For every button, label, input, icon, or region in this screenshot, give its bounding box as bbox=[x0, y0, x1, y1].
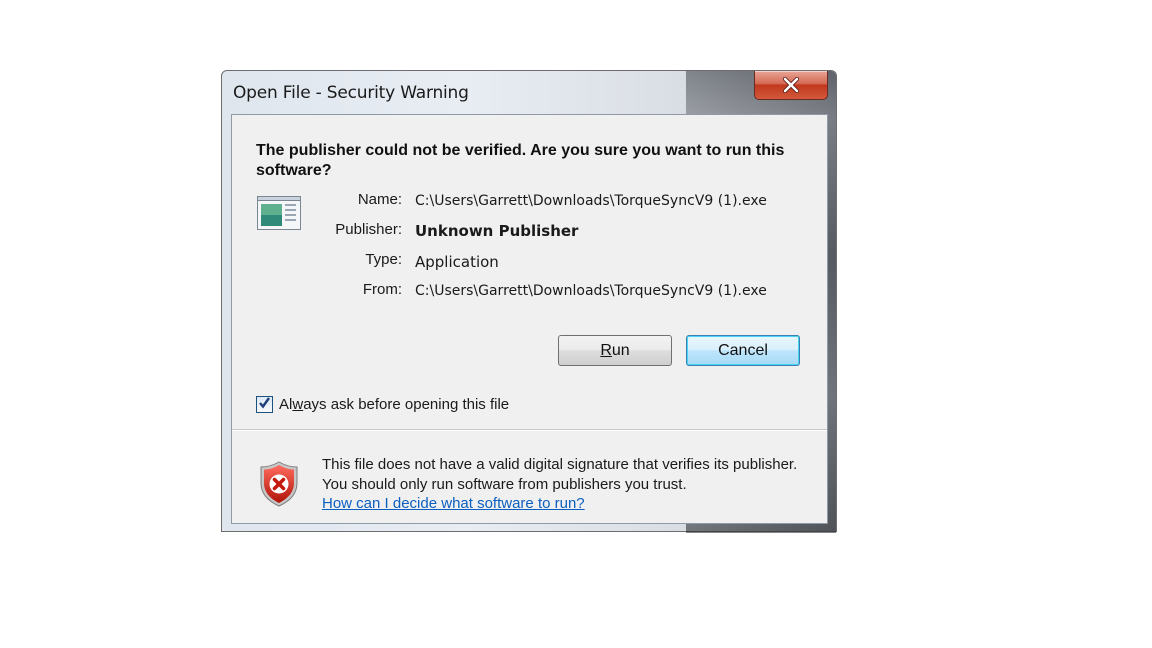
separator bbox=[232, 429, 827, 431]
from-value: C:\Users\Garrett\Downloads\TorqueSyncV9 … bbox=[415, 283, 767, 299]
always-ask-label: Always ask before opening this file bbox=[279, 396, 509, 413]
type-value: Application bbox=[415, 253, 499, 271]
always-ask-row[interactable]: Always ask before opening this file bbox=[256, 396, 509, 413]
always-ask-label-rest: ays ask before opening this file bbox=[303, 396, 510, 413]
close-icon bbox=[781, 77, 801, 93]
cancel-button[interactable]: Cancel bbox=[686, 335, 800, 366]
always-ask-label-mnemonic: w bbox=[292, 396, 304, 413]
publisher-value: Unknown Publisher bbox=[415, 222, 579, 240]
security-warning-dialog: Open File - Security Warning The publish… bbox=[221, 70, 837, 533]
type-label: Type: bbox=[365, 251, 402, 268]
publisher-label: Publisher: bbox=[335, 221, 402, 238]
help-link[interactable]: How can I decide what software to run? bbox=[322, 495, 585, 512]
window-title: Open File - Security Warning bbox=[233, 83, 469, 103]
security-shield-error-icon bbox=[260, 461, 298, 507]
run-button[interactable]: Run bbox=[558, 335, 672, 366]
warning-text: This file does not have a valid digital … bbox=[322, 456, 798, 493]
always-ask-checkbox[interactable] bbox=[256, 396, 273, 413]
run-button-mnemonic: R bbox=[600, 341, 612, 359]
always-ask-label-prefix: Al bbox=[279, 396, 293, 413]
name-value: C:\Users\Garrett\Downloads\TorqueSyncV9 … bbox=[415, 193, 767, 209]
name-label: Name: bbox=[357, 191, 402, 208]
dialog-content: The publisher could not be verified. Are… bbox=[231, 114, 828, 524]
cancel-button-label: Cancel bbox=[718, 341, 768, 359]
from-label: From: bbox=[362, 281, 402, 298]
checkmark-icon bbox=[258, 396, 271, 414]
run-button-label: un bbox=[611, 341, 630, 359]
question-heading: The publisher could not be verified. Are… bbox=[256, 142, 785, 179]
close-button[interactable] bbox=[754, 71, 828, 100]
